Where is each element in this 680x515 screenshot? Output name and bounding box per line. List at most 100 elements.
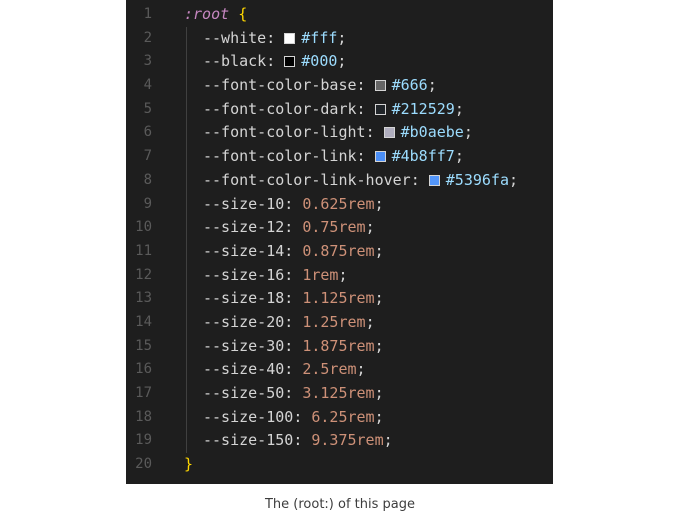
- colon: :: [284, 265, 303, 284]
- code-text: --size-14: 0.875rem;: [203, 240, 384, 264]
- line-number: 20: [135, 456, 152, 473]
- code-text: --font-color-link-hover: #5396fa;: [203, 169, 518, 193]
- css-property-name: --font-color-dark: [203, 99, 357, 118]
- line-number: 10: [135, 219, 152, 236]
- line-number: 6: [143, 124, 152, 141]
- color-swatch-icon: [428, 174, 440, 186]
- colon: :: [356, 147, 375, 166]
- css-property-name: --size-100: [203, 407, 294, 426]
- code-line: 8 --font-color-link-hover: #5396fa;: [126, 169, 553, 193]
- css-size-value: 1.125rem: [302, 289, 375, 308]
- line-number: 4: [143, 77, 152, 94]
- color-swatch-icon: [284, 56, 296, 68]
- css-color-value: #000: [301, 52, 338, 71]
- code-block: 1:root {2 --white: #fff; 3 --black: #000; 4-…: [126, 3, 553, 477]
- code-line: 7 --font-color-link: #4b8ff7;: [126, 145, 553, 169]
- code-line: 20}: [126, 453, 553, 477]
- colon: :: [356, 76, 375, 95]
- code-line: 13 --size-18: 1.125rem;: [126, 287, 553, 311]
- color-swatch-icon: [374, 151, 386, 163]
- css-color-value: #5396fa: [445, 170, 509, 189]
- semicolon: ;: [427, 76, 437, 95]
- line-number: 11: [135, 242, 152, 259]
- colon: :: [284, 360, 303, 379]
- css-property-name: --size-16: [203, 265, 285, 284]
- colon: :: [266, 52, 285, 71]
- line-number: 13: [135, 290, 152, 307]
- code-text: --size-100: 6.25rem;: [203, 406, 384, 430]
- colon: :: [284, 312, 303, 331]
- css-property-name: --font-color-link: [203, 147, 357, 166]
- css-size-value: 3.125rem: [302, 384, 375, 402]
- css-size-value: 1rem: [302, 265, 339, 284]
- code-text: --size-40: 2.5rem;: [203, 358, 366, 382]
- code-line: 6 --font-color-light: #b0aebe;: [126, 121, 553, 145]
- code-text: --font-color-dark: #212529;: [203, 98, 464, 122]
- semicolon: ;: [463, 123, 473, 142]
- code-text: --font-color-base: #666;: [203, 74, 437, 98]
- code-line: 11 --size-14: 0.875rem;: [126, 240, 553, 264]
- color-swatch-icon: [284, 32, 296, 44]
- semicolon: ;: [337, 52, 347, 71]
- colon: :: [410, 170, 429, 189]
- code-editor: 1:root {2 --white: #fff; 3 --black: #000; 4-…: [126, 0, 553, 484]
- colon: :: [284, 336, 303, 355]
- css-property-name: --black: [203, 52, 267, 71]
- semicolon: ;: [374, 241, 384, 260]
- css-size-value: 6.25rem: [311, 407, 375, 426]
- code-line: 18 --size-100: 6.25rem;: [126, 406, 553, 430]
- line-number: 2: [143, 29, 152, 46]
- line-number: 17: [135, 385, 152, 401]
- semicolon: ;: [509, 170, 519, 189]
- code-text: --size-20: 1.25rem;: [203, 311, 375, 335]
- image-caption: The (root:) of this page: [264, 497, 415, 512]
- css-property-name: --font-color-base: [203, 76, 357, 95]
- css-property-name: --size-40: [203, 360, 285, 379]
- line-number: 14: [135, 313, 152, 330]
- css-property-name: --size-50: [203, 384, 285, 402]
- code-text: --size-18: 1.125rem;: [203, 287, 384, 311]
- line-number: 3: [143, 53, 152, 70]
- colon: :: [284, 218, 303, 237]
- code-line: 17 --size-50: 3.125rem;: [126, 382, 553, 406]
- colon: :: [284, 194, 303, 213]
- code-line: 9 --size-10: 0.625rem;: [126, 193, 553, 217]
- colon: :: [365, 123, 384, 142]
- code-text: }: [184, 453, 193, 477]
- colon: :: [284, 241, 303, 260]
- css-property-name: --font-color-light: [203, 123, 366, 142]
- css-size-value: 1.25rem: [302, 312, 366, 331]
- semicolon: ;: [337, 28, 347, 47]
- css-property-name: --size-18: [203, 289, 285, 308]
- semicolon: ;: [374, 407, 384, 426]
- semicolon: ;: [383, 431, 393, 450]
- line-number: 8: [143, 171, 152, 188]
- code-line: 15 --size-30: 1.875rem;: [126, 335, 553, 359]
- code-line: 3 --black: #000;: [126, 50, 553, 74]
- color-swatch-icon: [374, 80, 386, 92]
- code-line: 19 --size-150: 9.375rem;: [126, 429, 553, 453]
- line-number: 9: [143, 195, 152, 212]
- code-text: --size-30: 1.875rem;: [203, 335, 384, 359]
- css-size-value: 1.875rem: [302, 336, 375, 355]
- semicolon: ;: [374, 384, 384, 402]
- css-property-name: --size-150: [203, 431, 294, 450]
- semicolon: ;: [454, 99, 464, 118]
- semicolon: ;: [374, 289, 384, 308]
- css-color-value: #212529: [391, 99, 455, 118]
- code-line: 4 --font-color-base: #666;: [126, 74, 553, 98]
- code-line: 5 --font-color-dark: #212529;: [126, 98, 553, 122]
- line-number: 19: [135, 432, 152, 449]
- code-text: :root {: [184, 3, 247, 27]
- code-text: --size-16: 1rem;: [203, 264, 348, 288]
- semicolon: ;: [374, 194, 384, 213]
- line-number: 12: [135, 266, 152, 283]
- colon: :: [293, 407, 312, 426]
- css-size-value: 9.375rem: [311, 431, 384, 450]
- css-color-value: #666: [391, 76, 428, 95]
- colon: :: [284, 384, 303, 402]
- code-text: --font-color-link: #4b8ff7;: [203, 145, 464, 169]
- colon: :: [266, 28, 285, 47]
- css-property-name: --white: [203, 28, 267, 47]
- css-color-value: #4b8ff7: [391, 147, 455, 166]
